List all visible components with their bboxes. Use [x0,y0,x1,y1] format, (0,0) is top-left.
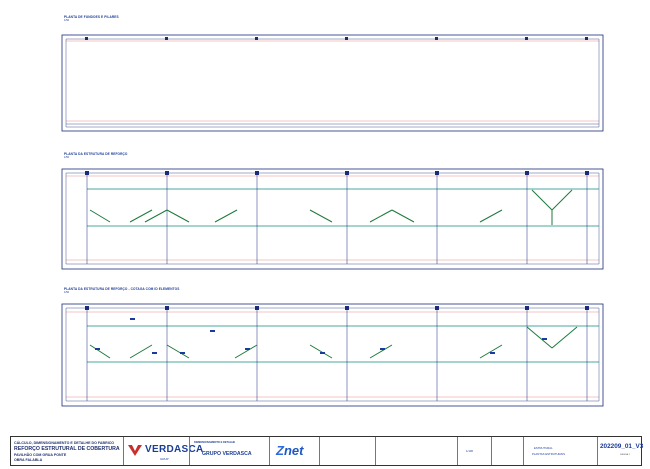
project-line-3: PAVILHÃO COM GRUA PONTE [14,453,67,457]
subject-cell: ESTRUTURAL PLANTAS ESTRUTURAIS [523,437,597,465]
title-block: CÁLCULO, DIMENSIONAMENTO E DETALHE DO FA… [10,436,644,466]
project-line-2: REFORÇO ESTRUTURAL DE COBERTURA [14,446,120,452]
blank-cell [491,437,523,465]
scale-cell: 1/100 [457,437,491,465]
plan-title-foundations: PLANTA DE FUNDOES E PILARES [64,15,119,19]
partner-prefix: Z [276,443,284,458]
plan-scale-reinforcement-ids: 1/50 [64,291,70,294]
group-name: GRUPO VERDASCA [202,451,252,457]
sheet-label: PÁGINA 1 [620,454,630,456]
partner-logo: Znet [276,443,303,458]
dim-detail-label: DIMENSIONAMENTO E DETALHE [194,441,236,444]
plan-scale-foundations: 1/50 [64,19,70,22]
plan-title-reinforcement: PLANTA DA ESTRUTURA DE REFORÇO [64,152,128,156]
group-cell: DIMENSIONAMENTO E DETALHE GRUPO VERDASCA [189,437,269,465]
plan-reinforcement-ids-drawing [61,303,604,407]
partner-logo-cell: Znet [269,437,319,465]
partner-name: net [283,443,304,458]
plan-scale-reinforcement: 1/50 [64,156,70,159]
plan-foundations-drawing [61,34,604,132]
scale-value: 1/100 [466,449,473,453]
plan-reinforcement-drawing [61,168,604,270]
info-cell-b [375,437,457,465]
subject-line-2: PLANTAS ESTRUTURAIS [532,452,566,456]
drawing-number: 202209_01_V3 [600,443,644,450]
verdasca-logo-icon [128,445,142,456]
project-cell: CÁLCULO, DIMENSIONAMENTO E DETALHE DO FA… [11,437,123,465]
company-logo-cell: VERDASCA GRUP [123,437,203,465]
drawing-number-cell: 202209_01_V3 PÁGINA 1 [597,437,644,465]
subject-line-1: ESTRUTURAL [534,446,553,450]
project-line-4: OBRA FALABLA [14,458,43,462]
project-line-1: CÁLCULO, DIMENSIONAMENTO E DETALHE DO FA… [14,441,115,445]
plan-title-reinforcement-ids: PLANTA DA ESTRUTURA DE REFORÇO - COTAGA … [64,287,180,291]
company-sub: GRUP [160,457,169,461]
info-cell-a [319,437,375,465]
drawing-sheet: PLANTA DE FUNDOES E PILARES 1/50 PLANTA … [0,0,650,469]
